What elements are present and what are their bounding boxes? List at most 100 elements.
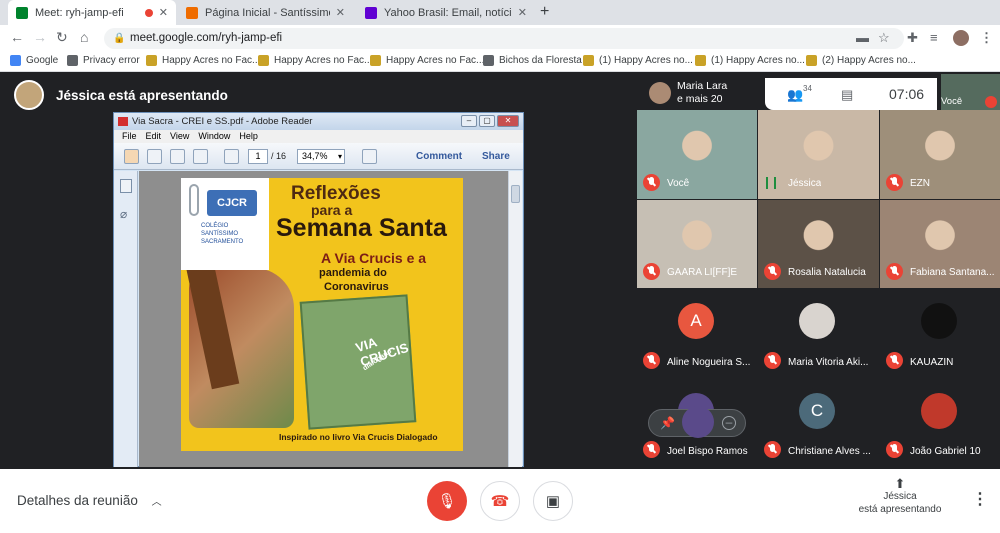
host-info: Maria Lara e mais 20 <box>677 80 727 106</box>
menu-edit[interactable]: Edit <box>146 130 162 143</box>
bookmark-item[interactable]: Happy Acres no Fac... <box>146 55 260 66</box>
minimize-tile-icon[interactable]: – <box>722 416 736 430</box>
happy-acres-icon <box>370 55 381 66</box>
pages-panel-icon[interactable] <box>120 179 132 193</box>
reader-nav-pane: ⌀ <box>114 171 138 467</box>
bookmark-label: Bichos da Floresta <box>499 55 582 66</box>
share-button[interactable]: Share <box>482 151 510 162</box>
tab-title: Página Inicial - Santíssimo Sacram <box>205 6 330 19</box>
bookmark-star-icon[interactable]: ☆ <box>878 30 890 46</box>
bookmark-item[interactable]: Google <box>10 55 58 66</box>
vertical-scrollbar[interactable] <box>508 171 522 467</box>
bookmark-label: (1) Happy Acres no... <box>599 55 693 66</box>
profile-avatar[interactable] <box>953 30 969 46</box>
reload-icon[interactable]: ↻ <box>56 29 68 46</box>
menu-icon[interactable]: ⋮ <box>980 30 993 46</box>
email-icon[interactable] <box>193 149 208 164</box>
previous-page-icon[interactable] <box>224 149 239 164</box>
create-pdf-icon[interactable] <box>124 149 139 164</box>
participant-avatar: A <box>678 303 714 339</box>
attachments-icon[interactable]: ⌀ <box>120 207 127 221</box>
print-icon[interactable] <box>170 149 185 164</box>
bookmark-label: (1) Happy Acres no... <box>711 55 805 66</box>
zoom-select[interactable]: 34,7% <box>297 149 345 164</box>
menu-file[interactable]: File <box>122 130 137 143</box>
bookmark-item[interactable]: Happy Acres no Fac... <box>258 55 372 66</box>
tab-yahoo[interactable]: Yahoo Brasil: Email, notícias, fina ✕ <box>357 0 535 25</box>
meeting-details-button[interactable]: Detalhes da reunião ︿ <box>17 493 162 508</box>
tile-hover-controls: 📌 – <box>648 406 746 438</box>
paperclip-icon <box>189 184 199 216</box>
participant-tile[interactable]: Maria Vitoria Aki... <box>758 289 879 378</box>
mic-off-icon: 🎙 <box>437 493 457 510</box>
bookmarks-bar: Google Privacy error Happy Acres no Fac.… <box>0 52 1000 72</box>
camera-icon[interactable]: ▬ <box>856 30 869 45</box>
participant-tile[interactable]: Fabiana Santana... <box>880 200 1000 288</box>
cover-title-3: Semana Santa <box>276 214 447 242</box>
bookmark-item[interactable]: Bichos da Floresta <box>483 55 582 66</box>
close-tab-icon[interactable]: ✕ <box>518 6 527 19</box>
book-image: VIA CRUCIS dialogado <box>299 294 417 430</box>
presentation-indicator[interactable]: ⬆ Jéssica está apresentando <box>852 477 948 516</box>
menu-help[interactable]: Help <box>239 130 258 143</box>
page-number-input[interactable]: 1 <box>248 149 268 164</box>
participant-tile[interactable]: EZN <box>880 110 1000 199</box>
participant-tile[interactable]: KAUAZIN <box>880 289 1000 378</box>
tab-title: Meet: ryh-jamp-efi <box>35 6 124 19</box>
pin-icon[interactable]: 📌 <box>660 416 675 430</box>
tab-title: Yahoo Brasil: Email, notícias, fina <box>384 6 512 19</box>
tab-santissimo[interactable]: Página Inicial - Santíssimo Sacram ✕ <box>178 0 353 25</box>
close-tab-icon[interactable]: ✕ <box>159 6 168 19</box>
bookmark-item[interactable]: Privacy error <box>67 55 140 66</box>
bookmark-item[interactable]: Happy Acres no Fac... <box>370 55 484 66</box>
save-icon[interactable] <box>147 149 162 164</box>
camera-icon: ▣ <box>545 493 561 510</box>
tab-search-icon[interactable]: ≡ <box>930 30 938 45</box>
new-tab-icon[interactable]: + <box>540 3 549 21</box>
leave-call-button[interactable]: ☎ <box>480 481 520 521</box>
tab-meet[interactable]: Meet: ryh-jamp-efi ✕ <box>8 0 176 25</box>
browser-tab-bar: Meet: ryh-jamp-efi ✕ Página Inicial - Sa… <box>0 0 1000 25</box>
globe-icon <box>483 55 494 66</box>
bookmark-label: (2) Happy Acres no... <box>822 55 916 66</box>
close-icon[interactable]: ✕ <box>497 115 519 127</box>
address-bar[interactable]: 🔒 meet.google.com/ryh-jamp-efi <box>104 28 904 49</box>
forward-icon[interactable]: → <box>33 29 47 45</box>
close-tab-icon[interactable]: ✕ <box>336 6 345 19</box>
camera-toggle-button[interactable]: ▣ <box>533 481 573 521</box>
participant-tile[interactable]: João Gabriel 10 <box>880 379 1000 467</box>
participant-tile[interactable]: GAARA LI[FF]E <box>637 200 757 288</box>
menu-window[interactable]: Window <box>198 130 230 143</box>
school-name: COLÉGIO SANTÍSSIMO SACRAMENTO <box>201 223 244 245</box>
meeting-info-bar: Maria Lara e mais 20 👥 34 ▤ 07:06 Você <box>641 74 1000 110</box>
participant-tile[interactable]: Jéssica <box>758 110 879 199</box>
participant-tile[interactable]: Você <box>637 110 757 199</box>
fit-page-icon[interactable] <box>362 149 377 164</box>
minimize-icon[interactable]: – <box>461 115 477 127</box>
self-preview[interactable]: Você <box>941 74 1000 110</box>
host-avatar <box>649 82 671 104</box>
participant-avatar <box>921 393 957 429</box>
participant-tile[interactable]: Rosalia Natalucia <box>758 200 879 288</box>
lock-icon: 🔒 <box>113 33 126 44</box>
shared-screen: Via Sacra - CREI e SS.pdf - Adobe Reader… <box>113 112 524 467</box>
maximize-icon[interactable]: ▢ <box>479 115 495 127</box>
school-logo: CJCR <box>207 190 257 216</box>
yahoo-favicon-icon <box>365 6 377 19</box>
extensions-icon[interactable]: ✚ <box>907 30 918 46</box>
bookmark-item[interactable]: (1) Happy Acres no... <box>583 55 693 66</box>
back-icon[interactable]: ← <box>10 29 24 45</box>
window-controls: – ▢ ✕ <box>461 115 519 127</box>
scroll-thumb[interactable] <box>511 185 520 203</box>
chat-icon[interactable]: ▤ <box>841 87 853 103</box>
participant-tile[interactable]: A Aline Nogueira S... <box>637 289 757 378</box>
bookmark-item[interactable]: (1) Happy Acres no... <box>695 55 805 66</box>
bookmark-item[interactable]: (2) Happy Acres no... <box>806 55 916 66</box>
participant-tile[interactable]: C Christiane Alves ... <box>758 379 879 467</box>
comment-button[interactable]: Comment <box>416 151 462 162</box>
menu-view[interactable]: View <box>170 130 189 143</box>
home-icon[interactable]: ⌂ <box>80 29 88 45</box>
more-options-icon[interactable]: ⋮ <box>972 489 988 509</box>
mic-toggle-button[interactable]: 🎙 <box>427 481 467 521</box>
people-icon[interactable]: 👥 <box>787 87 803 103</box>
